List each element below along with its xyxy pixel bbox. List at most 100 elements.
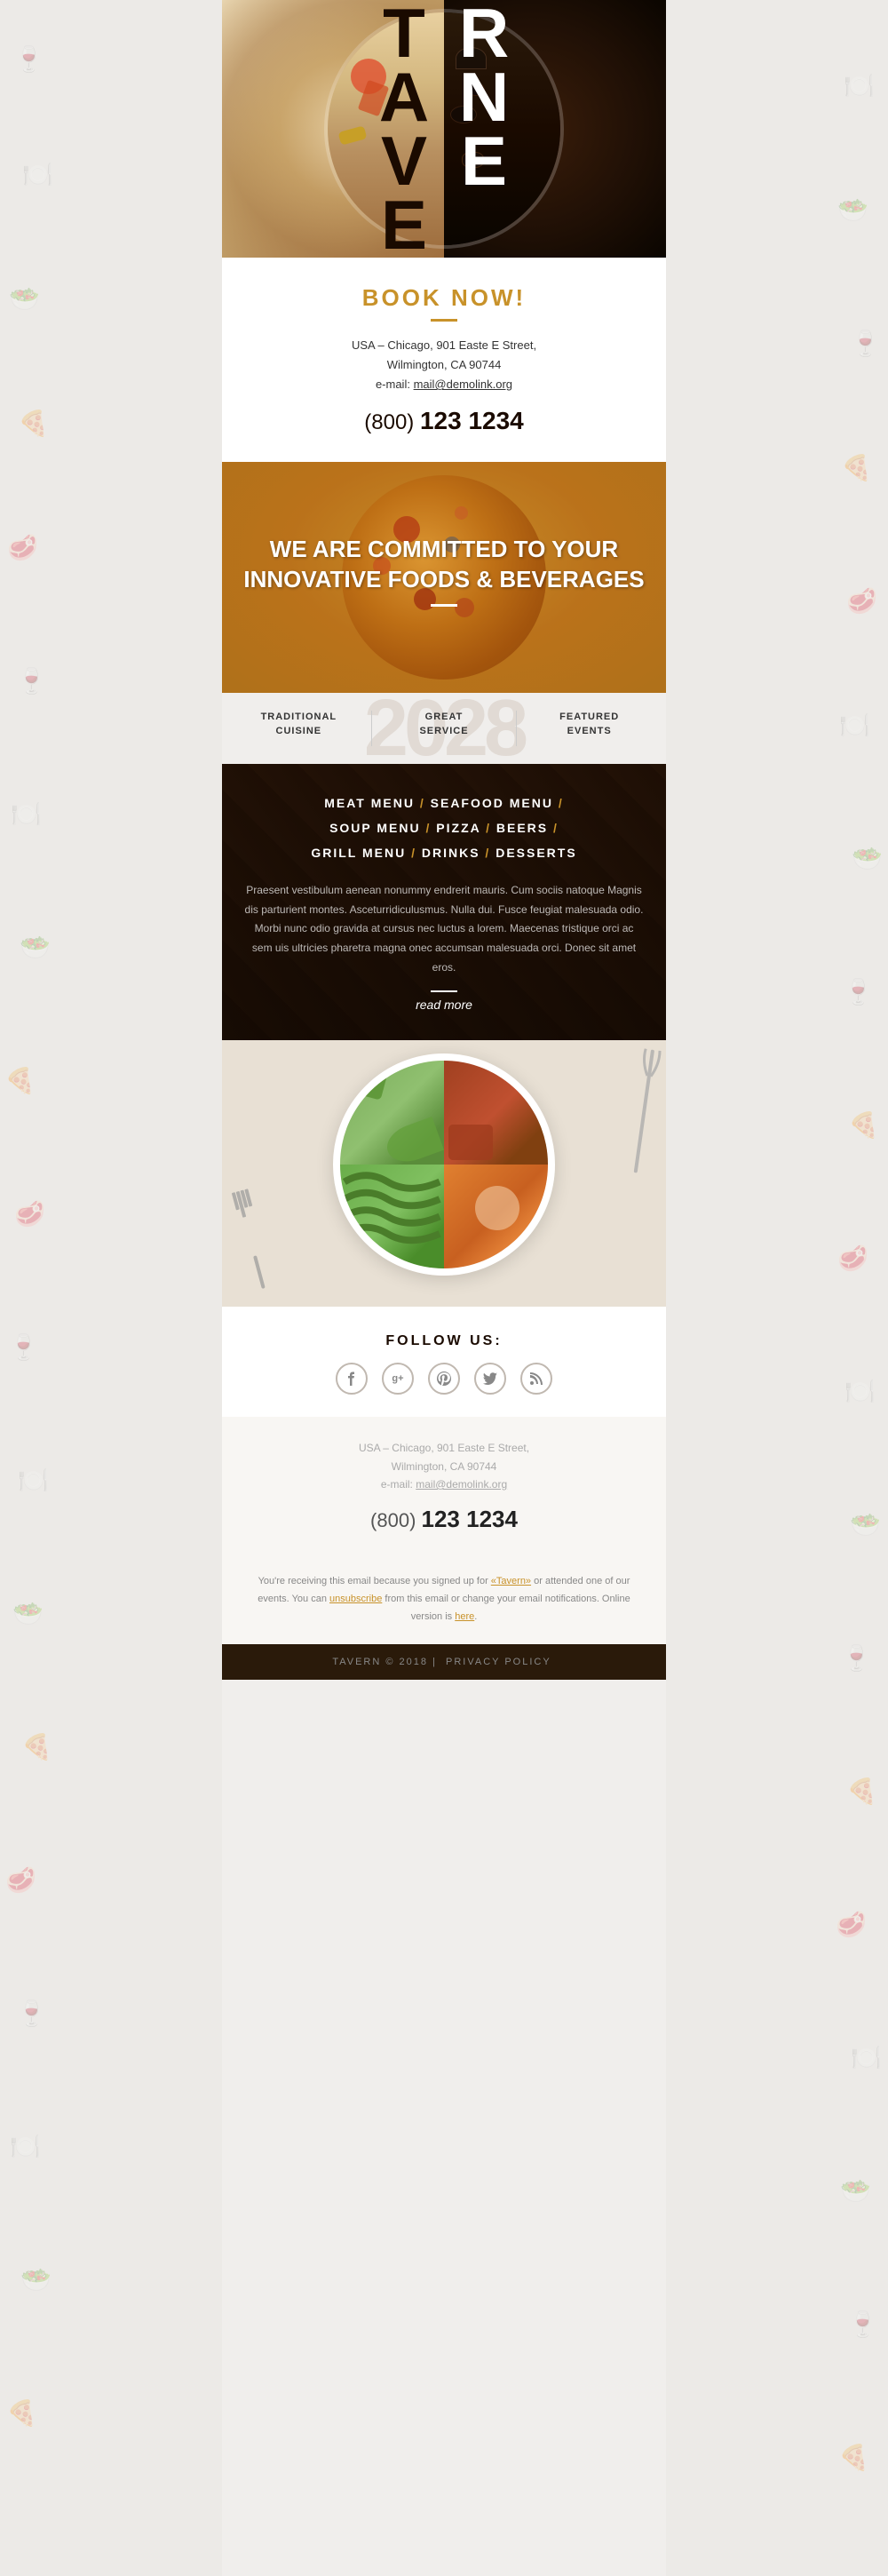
letter-a: A xyxy=(364,65,444,129)
decor-icon-r13: 🍷 xyxy=(841,1643,872,1673)
decor-icon-12: 🍽️ xyxy=(18,1466,49,1495)
follow-section: FOLLOW US: g+ xyxy=(222,1307,666,1417)
separator: | xyxy=(432,1657,437,1667)
feature-traditional-cuisine: TRADITIONAL CUISINE xyxy=(231,711,367,746)
book-now-title: BOOK NOW! xyxy=(240,284,648,312)
letter-e2: E xyxy=(444,129,524,193)
letter-r: R xyxy=(444,1,524,65)
decor-icon-r17: 🥗 xyxy=(840,2176,871,2206)
decor-icon-r7: 🥗 xyxy=(852,844,883,873)
decor-icon-11: 🍷 xyxy=(8,1332,39,1362)
menu-links-text: MEAT MENU / SEAFOOD MENU / SOUP MENU / P… xyxy=(244,791,644,865)
feature-label-1: TRADITIONAL CUISINE xyxy=(231,711,367,738)
decor-icon-r4: 🍕 xyxy=(841,453,872,482)
feature-great-service: GREAT SERVICE xyxy=(377,711,512,746)
pinterest-icon[interactable] xyxy=(428,1363,460,1395)
decor-icon-r15: 🥩 xyxy=(836,1910,867,1939)
feature-divider-1 xyxy=(371,711,372,746)
decor-icon-r12: 🥗 xyxy=(850,1510,881,1539)
phone-digits: 123 1234 xyxy=(420,407,524,434)
book-now-section: BOOK NOW! USA – Chicago, 901 Easte E Str… xyxy=(222,258,666,462)
gold-divider xyxy=(431,319,457,322)
facebook-icon[interactable] xyxy=(336,1363,368,1395)
decor-icon-18: 🥗 xyxy=(20,2265,52,2294)
letter-t: T xyxy=(364,1,444,65)
right-side-pattern: 🍽️ 🥗 🍷 🍕 🥩 🍽️ 🥗 🍷 🍕 🥩 🍽️ 🥗 🍷 🍕 🥩 🍽️ 🥗 🍷 … xyxy=(666,0,888,2576)
decor-icon-3: 🥗 xyxy=(9,284,40,314)
letter-empty xyxy=(444,193,524,257)
decor-icon-r8: 🍷 xyxy=(843,977,874,1006)
feature-featured-events: FEATURED EVENTS xyxy=(521,711,657,746)
hero-text-overlay: T R A N V E E xyxy=(222,0,666,258)
twitter-icon[interactable] xyxy=(474,1363,506,1395)
menu-description: Praesent vestibulum aenean nonummy endre… xyxy=(244,881,644,977)
decor-icon-15: 🥩 xyxy=(5,1865,36,1895)
decor-icon-7: 🍽️ xyxy=(11,799,42,829)
letter-v: V xyxy=(364,129,444,193)
legal-text-before-link1: You're receiving this email because you … xyxy=(258,1576,491,1586)
features-row: TRADITIONAL CUISINE GREAT SERVICE FEATUR… xyxy=(222,711,666,746)
email-link[interactable]: mail@demolink.org xyxy=(414,378,512,391)
follow-title: FOLLOW US: xyxy=(240,1333,648,1349)
decor-icon-r3: 🍷 xyxy=(850,329,881,358)
privacy-policy-link[interactable]: PRIVACY POLICY xyxy=(446,1657,551,1667)
decor-icon-r18: 🍷 xyxy=(847,2310,878,2339)
menu-section: MEAT MENU / SEAFOOD MENU / SOUP MENU / P… xyxy=(222,764,666,1040)
bottom-bar-text: TAVERN © 2018 | PRIVACY POLICY xyxy=(240,1657,648,1667)
copyright-year: © 2018 xyxy=(385,1657,428,1667)
letter-e: E xyxy=(364,193,444,257)
taverne-letters-grid: T R A N V E E xyxy=(364,1,524,257)
address-line2: Wilmington, CA 90744 xyxy=(387,358,502,371)
letter-n: N xyxy=(444,65,524,129)
legal-section: You're receiving this email because you … xyxy=(222,1555,666,1643)
footer-address-text: USA – Chicago, 901 Easte E Street, Wilmi… xyxy=(240,1439,648,1493)
footer-address-line1: USA – Chicago, 901 Easte E Street, xyxy=(359,1442,529,1454)
google-plus-label: g+ xyxy=(392,1373,403,1384)
decor-icon-r6: 🍽️ xyxy=(839,711,870,740)
decor-icon-r14: 🍕 xyxy=(846,1777,877,1806)
footer-phone-prefix: (800) xyxy=(370,1509,416,1531)
food-collage xyxy=(222,1040,666,1307)
committed-divider xyxy=(431,604,457,607)
google-plus-icon[interactable]: g+ xyxy=(382,1363,414,1395)
feature-divider-2 xyxy=(516,711,517,746)
left-side-pattern: 🍷 🍽️ 🥗 🍕 🥩 🍷 🍽️ 🥗 🍕 🥩 🍷 🍽️ 🥗 🍕 🥩 🍷 🍽️ 🥗 … xyxy=(0,0,222,2576)
menu-read-more: read more xyxy=(244,990,644,1014)
address-line1: USA – Chicago, 901 Easte E Street, xyxy=(352,338,536,352)
email-label: e-mail: xyxy=(376,378,410,391)
legal-link-here[interactable]: here xyxy=(455,1611,474,1622)
decor-icon-r1: 🍽️ xyxy=(844,71,875,100)
brand-name: TAVERN xyxy=(332,1657,381,1667)
footer-email-link[interactable]: mail@demolink.org xyxy=(416,1478,507,1491)
hero-section: T R A N V E E xyxy=(222,0,666,258)
read-more-link[interactable]: read more xyxy=(416,998,472,1012)
legal-link-tavern[interactable]: «Tavern» xyxy=(491,1576,531,1586)
feature-label-2: GREAT SERVICE xyxy=(377,711,512,738)
rss-icon[interactable] xyxy=(520,1363,552,1395)
footer-phone-digits: 123 1234 xyxy=(422,1506,518,1532)
decor-icon-r9: 🍕 xyxy=(848,1110,879,1140)
committed-title: WE ARE COMMITTED TO YOUR INNOVATIVE FOOD… xyxy=(240,535,648,595)
feature-label-3: FEATURED EVENTS xyxy=(521,711,657,738)
decor-icon-14: 🍕 xyxy=(21,1732,52,1761)
decor-icon-19: 🍕 xyxy=(6,2398,37,2428)
decor-icon-r2: 🥗 xyxy=(837,195,868,225)
features-section: 2028 TRADITIONAL CUISINE GREAT SERVICE F… xyxy=(222,693,666,764)
decor-icon-r11: 🍽️ xyxy=(844,1377,876,1406)
decor-icon-4: 🍕 xyxy=(18,409,49,438)
phone-prefix: (800) xyxy=(364,410,414,434)
decor-icon-r19: 🍕 xyxy=(838,2443,869,2472)
menu-links: MEAT MENU / SEAFOOD MENU / SOUP MENU / P… xyxy=(244,791,644,865)
decor-icon-17: 🍽️ xyxy=(10,2132,41,2161)
legal-text-end: . xyxy=(474,1611,477,1622)
decor-icon-2: 🍽️ xyxy=(22,160,53,189)
main-plate xyxy=(333,1053,555,1276)
footer-address-section: USA – Chicago, 901 Easte E Street, Wilmi… xyxy=(222,1417,666,1555)
menu-line-divider xyxy=(431,990,457,992)
decor-icon-8: 🥗 xyxy=(20,933,51,962)
legal-text: You're receiving this email because you … xyxy=(249,1573,639,1626)
decor-icon-1: 🍷 xyxy=(13,44,44,74)
decor-icon-r5: 🥩 xyxy=(846,586,877,616)
legal-link-unsubscribe[interactable]: unsubscribe xyxy=(329,1594,382,1604)
footer-address-line2: Wilmington, CA 90744 xyxy=(392,1460,497,1473)
